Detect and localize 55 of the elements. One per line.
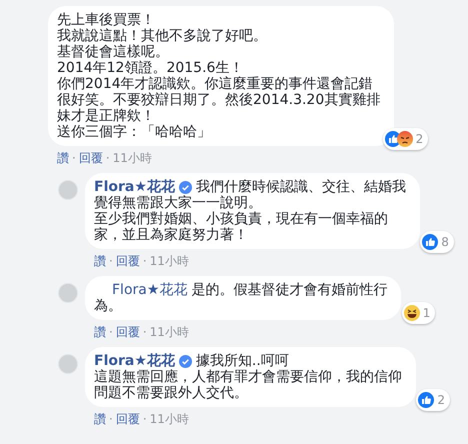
comment-text: 送你三個字：「哈哈哈」	[57, 124, 211, 140]
comment-text: 至少我們對婚姻、小孩負責，現在有一個幸福的	[94, 211, 388, 227]
comment-text: 家，並且為家庭努力著！	[94, 227, 248, 243]
separator-dot: ·	[142, 412, 147, 426]
comment-text: 是的。假基督徒才會有婚前性行	[191, 282, 388, 298]
angry-face-icon	[396, 131, 413, 147]
action-link[interactable]: 讚	[94, 325, 106, 339]
laughing-face-icon	[404, 305, 420, 321]
reaction-count[interactable]: 8	[420, 231, 454, 253]
reaction-count[interactable]: 2	[416, 389, 450, 411]
author-name[interactable]: Flora★花花	[94, 179, 175, 195]
action-link[interactable]: 回覆	[116, 325, 140, 339]
timestamp[interactable]: 11小時	[150, 254, 189, 268]
avatar[interactable]	[58, 354, 78, 374]
timestamp[interactable]: 11小時	[150, 325, 189, 339]
separator-dot: ·	[109, 412, 113, 426]
action-link[interactable]: 讚	[94, 254, 106, 268]
comment-text: 我就說這點！其他不多說了好吧。	[57, 28, 267, 44]
reaction-count[interactable]: 1	[402, 302, 436, 324]
action-link[interactable]: 讚	[94, 412, 106, 426]
separator-dot: ·	[106, 151, 110, 165]
reaction-count[interactable]: 2	[382, 128, 428, 150]
comment-text: 妹才是正牌欸！	[57, 108, 155, 124]
comment-text: 我們什麼時候認識、交往、結婚我	[196, 179, 406, 195]
separator-dot: ·	[72, 151, 76, 165]
separator-dot: ·	[109, 254, 113, 268]
timestamp[interactable]: 11小時	[112, 151, 152, 165]
avatar[interactable]	[58, 283, 78, 303]
thumbs-up-icon	[422, 234, 438, 250]
reaction-number: 1	[422, 305, 430, 322]
comment-text: 很好笑。不要狡辯日期了。然後2014.3.20其實雞排	[57, 92, 380, 108]
reaction-number: 2	[416, 131, 424, 148]
author-name[interactable]: Flora★花花	[94, 353, 175, 369]
reaction-number: 2	[437, 392, 445, 409]
comment-text: 這題無需回應，人都有罪才會需要信仰，我的信仰	[94, 369, 402, 385]
comment-text: 覺得無需跟大家一一說明。	[94, 195, 262, 211]
separator-dot: ·	[109, 325, 113, 339]
comment-text: 先上車後買票！	[57, 12, 155, 28]
comment-text: 2014年12領證。2015.6生！	[57, 60, 244, 76]
reaction-number: 8	[441, 234, 449, 251]
comment-text: 你們2014年才認識欸。你這麼重要的事件還會記錯	[57, 76, 373, 92]
thumbs-up-icon	[418, 392, 434, 408]
separator-dot: ·	[142, 325, 147, 339]
comment-text: 為。	[94, 298, 122, 314]
action-link[interactable]: 讚	[57, 151, 69, 165]
action-link[interactable]: 回覆	[116, 412, 140, 426]
comment-text: 基督徒會這樣呢。	[57, 44, 169, 60]
separator-dot: ·	[142, 254, 147, 268]
action-link[interactable]: 回覆	[116, 254, 140, 268]
timestamp[interactable]: 11小時	[150, 412, 189, 426]
avatar[interactable]	[58, 180, 78, 200]
action-link[interactable]: 回覆	[78, 151, 103, 165]
comment-text: 據我所知..呵呵	[196, 353, 289, 369]
comment-text: 問題不需要跟外人交代。	[94, 385, 248, 401]
mention-link[interactable]: Flora★花花	[112, 282, 188, 298]
